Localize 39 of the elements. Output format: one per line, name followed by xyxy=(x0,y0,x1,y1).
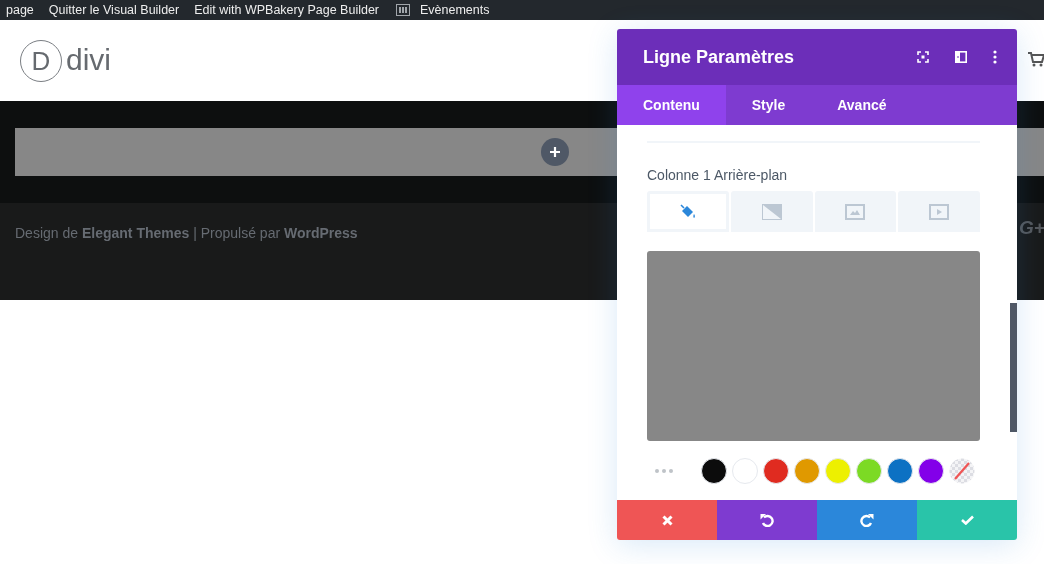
admin-bar-link[interactable]: Edit with WPBakery Page Builder xyxy=(194,0,379,20)
check-icon xyxy=(960,515,974,525)
add-row-button[interactable] xyxy=(541,138,569,166)
columns-icon xyxy=(396,4,410,16)
video-icon xyxy=(929,203,950,220)
sidebar-layout-icon[interactable] xyxy=(955,51,967,63)
more-colors-icon[interactable] xyxy=(655,469,673,473)
admin-bar-link[interactable]: Evènements xyxy=(394,0,490,20)
undo-button[interactable] xyxy=(717,500,817,540)
redo-icon xyxy=(860,513,874,527)
more-options-icon[interactable] xyxy=(993,50,997,64)
cart-icon[interactable] xyxy=(1028,52,1044,67)
redo-button[interactable] xyxy=(817,500,917,540)
site-logo[interactable]: D divi xyxy=(20,39,111,82)
color-swatch-icon[interactable] xyxy=(794,458,820,484)
color-swatch-icon[interactable] xyxy=(887,458,913,484)
close-icon xyxy=(661,514,673,526)
panel-tab[interactable]: Style xyxy=(725,85,812,125)
admin-bar-link[interactable]: Quitter le Visual Builder xyxy=(48,0,180,20)
color-swatch-icon[interactable] xyxy=(763,458,789,484)
panel-title: Ligne Paramètres xyxy=(643,45,796,69)
color-swatch-icon[interactable] xyxy=(856,458,882,484)
fullscreen-icon[interactable] xyxy=(917,51,929,63)
paint-bucket-icon xyxy=(679,203,696,220)
color-swatch-icon[interactable] xyxy=(701,458,727,484)
image-icon xyxy=(845,203,866,220)
field-label: Colonne 1 Arrière-plan xyxy=(647,166,789,184)
plus-icon xyxy=(549,146,561,158)
panel-tab[interactable]: Avancé xyxy=(811,85,913,125)
undo-icon xyxy=(760,513,774,527)
color-swatch-icon[interactable] xyxy=(918,458,944,484)
color-swatch-icon[interactable] xyxy=(732,458,758,484)
color-swatch-icon[interactable] xyxy=(825,458,851,484)
no-color-swatch-icon[interactable] xyxy=(949,458,975,484)
gradient-icon xyxy=(761,203,782,220)
panel-tab[interactable]: Contenu xyxy=(617,85,726,125)
logo-text: divi xyxy=(66,44,111,77)
footer-credits: Design de Elegant Themes | Propulsé par WordPress xyxy=(15,224,358,243)
admin-bar-link[interactable]: page xyxy=(6,0,34,20)
